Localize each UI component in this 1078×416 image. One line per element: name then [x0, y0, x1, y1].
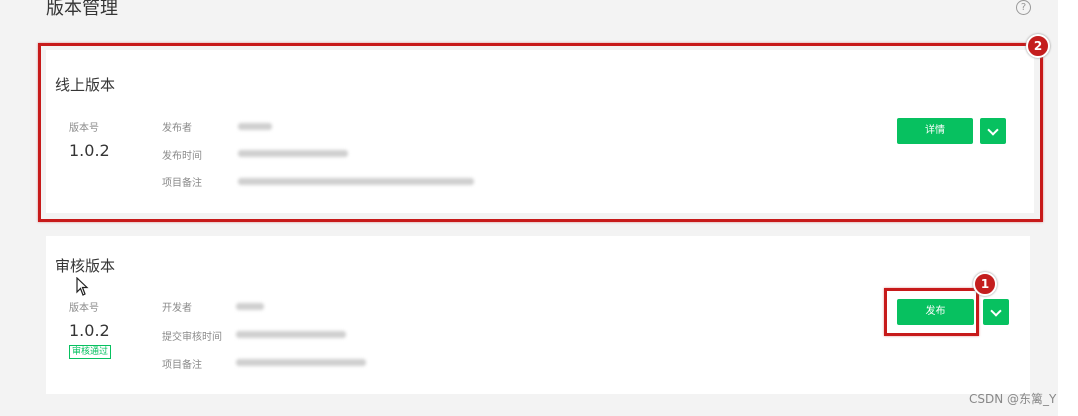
developer-value-redacted	[236, 303, 264, 310]
mouse-cursor-icon	[76, 277, 89, 296]
annotation-box-online	[38, 43, 1043, 222]
chevron-down-icon	[990, 305, 1002, 317]
project-note-value-redacted	[236, 359, 366, 366]
help-icon[interactable]: ?	[1016, 0, 1031, 15]
submit-review-time-label: 提交审核时间	[162, 332, 222, 343]
watermark: CSDN @东篱_Y	[969, 392, 1057, 406]
annotation-box-publish	[884, 288, 979, 336]
review-version-card: 审核版本 版本号 1.0.2 审核通过 开发者 提交审核时间 项目备注 发布	[46, 236, 1030, 394]
project-note-label: 项目备注	[162, 360, 202, 371]
review-more-dropdown[interactable]	[983, 299, 1009, 325]
annotation-marker-2: 2	[1026, 34, 1050, 58]
page-title: 版本管理	[46, 0, 118, 19]
submit-time-value-redacted	[236, 331, 346, 338]
status-badge: 审核通过	[69, 345, 112, 359]
annotation-marker-1: 1	[973, 272, 997, 296]
version-number-label: 版本号	[69, 303, 99, 314]
version-number: 1.0.2	[69, 321, 110, 340]
review-version-title: 审核版本	[55, 257, 116, 275]
developer-label: 开发者	[162, 303, 192, 314]
